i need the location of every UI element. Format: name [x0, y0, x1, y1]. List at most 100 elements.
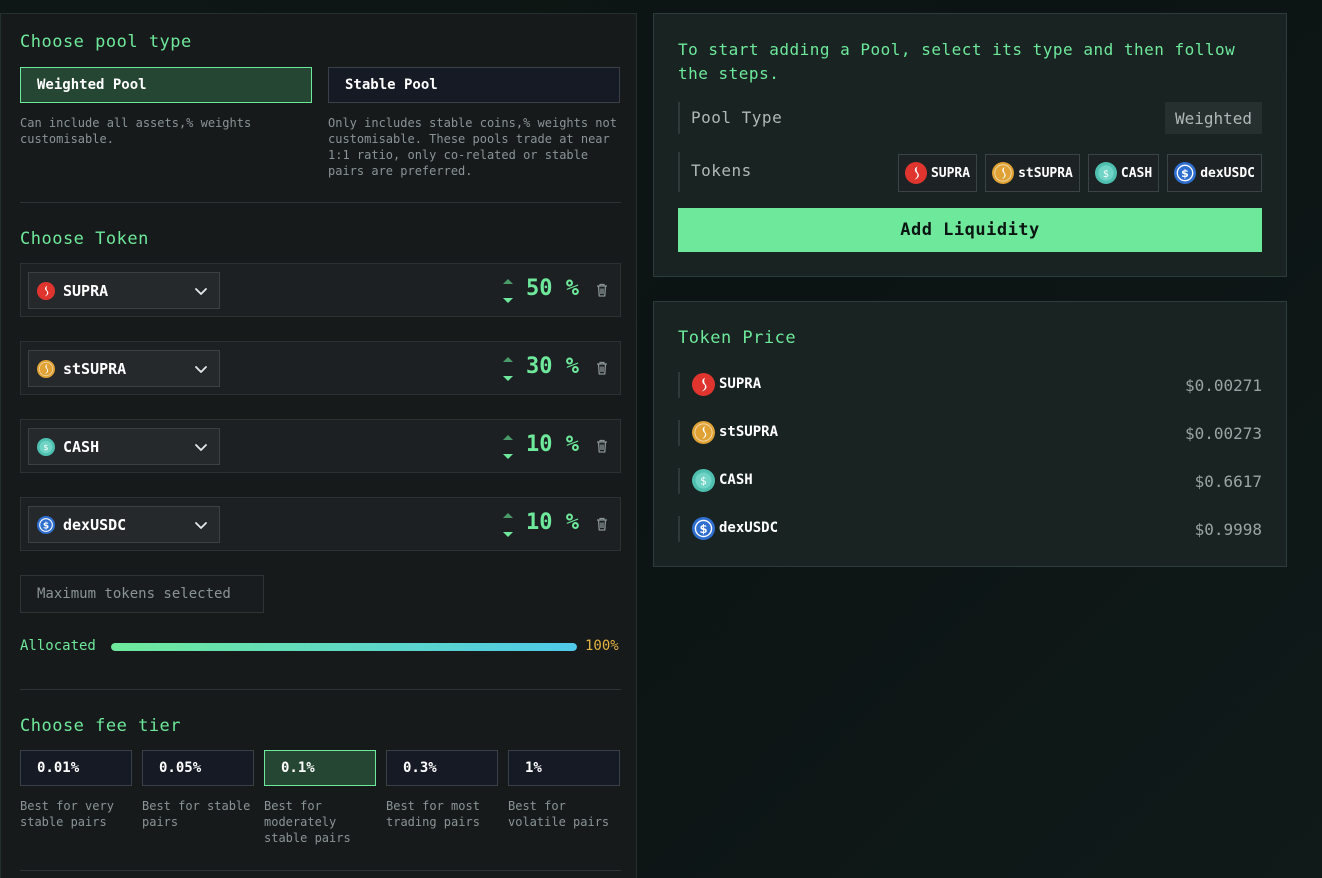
supra-icon: [37, 282, 55, 300]
divider: [678, 468, 680, 494]
fee-tier-description: Best for moderately stable pairs: [264, 799, 351, 845]
weight-stepper[interactable]: [501, 510, 515, 540]
token-chip-label: SUPRA: [930, 165, 971, 181]
pool-type-badge: Weighted: [1164, 102, 1262, 134]
dexusdc-icon: [1174, 162, 1196, 184]
token-weight-percent[interactable]: 10 %: [526, 510, 579, 535]
token-chip-label: CASH: [1120, 165, 1153, 181]
choose-token-title: Choose Token: [20, 229, 149, 249]
token-select-supra[interactable]: SUPRA: [28, 272, 220, 309]
price-token-name: stSUPRA: [719, 424, 779, 440]
token-chip-supra: SUPRA: [897, 154, 978, 192]
trash-icon[interactable]: [594, 282, 610, 298]
weight-stepper[interactable]: [501, 432, 515, 462]
increase-weight-icon[interactable]: [501, 432, 515, 442]
chevron-down-icon: [189, 279, 213, 303]
max-tokens-notice: Maximum tokens selected: [20, 575, 264, 613]
increase-weight-icon[interactable]: [501, 510, 515, 520]
price-row-cash: CASH $0.6617: [678, 466, 1262, 496]
supra-icon: [905, 162, 927, 184]
pool-summary-card: To start adding a Pool, select its type …: [653, 13, 1287, 277]
stsupra-icon: [992, 162, 1014, 184]
price-token-name: SUPRA: [719, 376, 762, 392]
fee-tier-description: Best for very stable pairs: [20, 799, 114, 829]
price-value: $0.00271: [1184, 376, 1262, 395]
tokens-label: Tokens: [691, 161, 752, 180]
fee-tier-description: Best for stable pairs: [142, 799, 251, 829]
allocation-progress-bar: [111, 643, 577, 651]
token-chip-label: stSUPRA: [1018, 165, 1073, 181]
cash-icon: [1095, 162, 1117, 184]
allocated-value: 100%: [585, 638, 619, 654]
decrease-weight-icon[interactable]: [501, 374, 515, 384]
chevron-down-icon: [189, 435, 213, 459]
token-row-cash: CASH 10 %: [20, 419, 621, 473]
pool-type-label: Pool Type: [691, 108, 783, 127]
summary-intro-text: To start adding a Pool, select its type …: [678, 40, 1236, 83]
weight-stepper[interactable]: [501, 276, 515, 306]
add-liquidity-button[interactable]: Add Liquidity: [678, 208, 1262, 252]
divider: [20, 870, 621, 871]
price-token-name: dexUSDC: [719, 520, 779, 536]
fee-tier-0-01-button[interactable]: 0.01%: [20, 750, 132, 786]
fee-tier-0-05-button[interactable]: 0.05%: [142, 750, 254, 786]
weighted-pool-button[interactable]: Weighted Pool: [20, 67, 312, 103]
price-row-dexusdc: dexUSDC $0.9998: [678, 514, 1262, 544]
token-chip-dexusdc: dexUSDC: [1167, 154, 1262, 192]
token-name: SUPRA: [63, 281, 109, 300]
fee-tier-1-button[interactable]: 1%: [508, 750, 620, 786]
price-value: $0.00273: [1184, 424, 1262, 443]
increase-weight-icon[interactable]: [501, 354, 515, 364]
price-value: $0.9998: [1194, 520, 1262, 539]
dexusdc-icon: [692, 517, 715, 540]
pool-config-panel: Choose pool type Weighted Pool Stable Po…: [0, 13, 637, 878]
token-select-dexusdc[interactable]: dexUSDC: [28, 506, 220, 543]
stsupra-icon: [37, 360, 55, 378]
trash-icon[interactable]: [594, 360, 610, 376]
token-price-title: Token Price: [678, 328, 797, 348]
stable-pool-description: Only includes stable coins,% weights not…: [328, 116, 617, 178]
stable-pool-button[interactable]: Stable Pool: [328, 67, 620, 103]
divider: [678, 516, 680, 542]
price-row-supra: SUPRA $0.00271: [678, 370, 1262, 400]
fee-tier-description: Best for most trading pairs: [386, 799, 480, 829]
choose-fee-tier-title: Choose fee tier: [20, 716, 182, 736]
divider: [20, 689, 621, 690]
decrease-weight-icon[interactable]: [501, 452, 515, 462]
chevron-down-icon: [189, 513, 213, 537]
token-name: dexUSDC: [63, 515, 127, 534]
fee-tier-0-1-button[interactable]: 0.1%: [264, 750, 376, 786]
cash-icon: [37, 438, 55, 456]
token-row-stsupra: stSUPRA 30 %: [20, 341, 621, 395]
token-select-stsupra[interactable]: stSUPRA: [28, 350, 220, 387]
token-weight-percent[interactable]: 30 %: [526, 354, 579, 379]
selected-tokens-chips: SUPRA stSUPRA CASH dexUSDC: [897, 154, 1262, 192]
token-weight-percent[interactable]: 50 %: [526, 276, 579, 301]
token-chip-stsupra: stSUPRA: [985, 154, 1080, 192]
token-name: CASH: [63, 437, 100, 456]
decrease-weight-icon[interactable]: [501, 530, 515, 540]
trash-icon[interactable]: [594, 438, 610, 454]
weight-stepper[interactable]: [501, 354, 515, 384]
divider: [20, 202, 621, 203]
divider: [678, 152, 680, 192]
decrease-weight-icon[interactable]: [501, 296, 515, 306]
divider: [678, 372, 680, 398]
price-row-stsupra: stSUPRA $0.00273: [678, 418, 1262, 448]
token-price-card: Token Price SUPRA $0.00271 stSUPRA $0.00…: [653, 301, 1287, 567]
allocation-progress-fill: [111, 643, 577, 651]
token-name: stSUPRA: [63, 359, 127, 378]
token-chip-cash: CASH: [1087, 154, 1160, 192]
allocated-label: Allocated: [20, 638, 96, 654]
token-weight-percent[interactable]: 10 %: [526, 432, 579, 457]
token-row-dexusdc: dexUSDC 10 %: [20, 497, 621, 551]
token-select-cash[interactable]: CASH: [28, 428, 220, 465]
fee-tier-0-3-button[interactable]: 0.3%: [386, 750, 498, 786]
fee-tier-description: Best for volatile pairs: [508, 799, 610, 829]
divider: [678, 102, 680, 134]
choose-pool-type-title: Choose pool type: [20, 32, 192, 52]
increase-weight-icon[interactable]: [501, 276, 515, 286]
weighted-pool-description: Can include all assets,% weights customi…: [20, 116, 252, 146]
trash-icon[interactable]: [594, 516, 610, 532]
divider: [678, 420, 680, 446]
